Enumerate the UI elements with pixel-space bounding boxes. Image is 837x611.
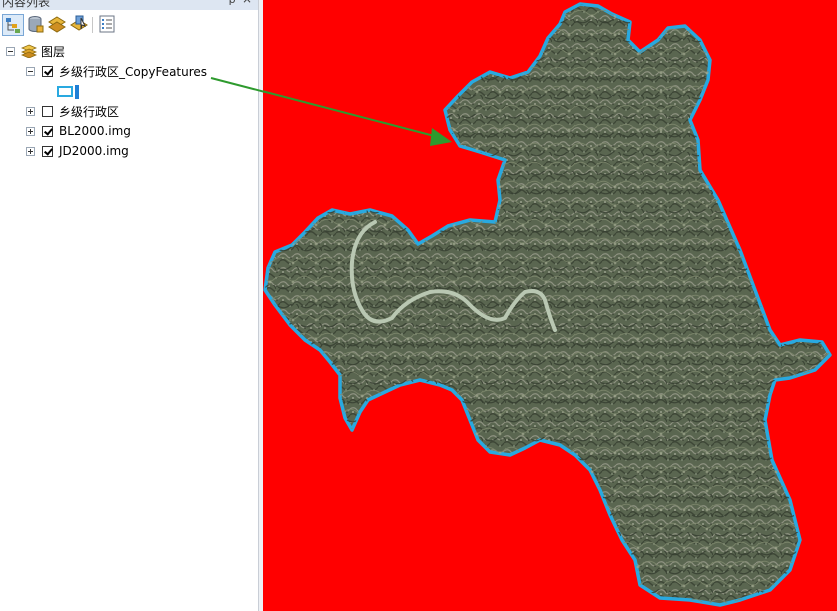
options-icon[interactable] — [97, 14, 119, 36]
layer-item[interactable]: 乡级行政区_CopyFeatures — [26, 62, 207, 80]
annotation-arrow-tail — [210, 77, 265, 93]
layer-visibility-checkbox[interactable] — [42, 65, 53, 77]
panel-title-bar: 内容列表 ᵽ × — [0, 0, 258, 10]
layer-item[interactable]: 乡级行政区 — [26, 102, 119, 120]
layer-symbol[interactable] — [57, 83, 81, 101]
map-view[interactable] — [263, 0, 837, 611]
expand-icon[interactable] — [26, 126, 35, 136]
layer-visibility-checkbox[interactable] — [42, 125, 53, 137]
toolbar-separator — [92, 17, 93, 33]
list-by-selection-icon[interactable] — [69, 14, 91, 36]
layer-label: BL2000.img — [59, 124, 131, 138]
expand-icon[interactable] — [26, 106, 35, 116]
pin-icon[interactable]: ᵽ — [229, 0, 236, 6]
panel-title: 内容列表 — [2, 0, 51, 9]
list-by-visibility-icon[interactable] — [47, 14, 69, 36]
list-by-source-icon[interactable] — [25, 14, 47, 36]
close-icon[interactable]: × — [242, 0, 252, 6]
layer-item[interactable]: BL2000.img — [26, 122, 131, 140]
map-canvas — [263, 2, 832, 607]
annotation-arrow — [263, 90, 452, 146]
layer-visibility-checkbox[interactable] — [42, 105, 53, 117]
layer-label: 乡级行政区_CopyFeatures — [59, 64, 208, 79]
layer-item[interactable]: JD2000.img — [26, 142, 129, 160]
expand-icon[interactable] — [26, 146, 35, 156]
list-by-drawing-order-icon[interactable] — [2, 14, 24, 36]
layers-icon — [21, 44, 37, 58]
tree-root-layers[interactable]: 图层 — [6, 42, 65, 60]
collapse-icon[interactable] — [26, 66, 35, 76]
layer-visibility-checkbox[interactable] — [42, 145, 53, 157]
tree-root-label: 图层 — [41, 44, 66, 59]
collapse-icon[interactable] — [6, 46, 15, 56]
layer-label: JD2000.img — [59, 144, 129, 158]
layer-label: 乡级行政区 — [59, 104, 120, 119]
polygon-symbol-icon — [57, 85, 81, 99]
toc-toolbar — [0, 11, 258, 39]
